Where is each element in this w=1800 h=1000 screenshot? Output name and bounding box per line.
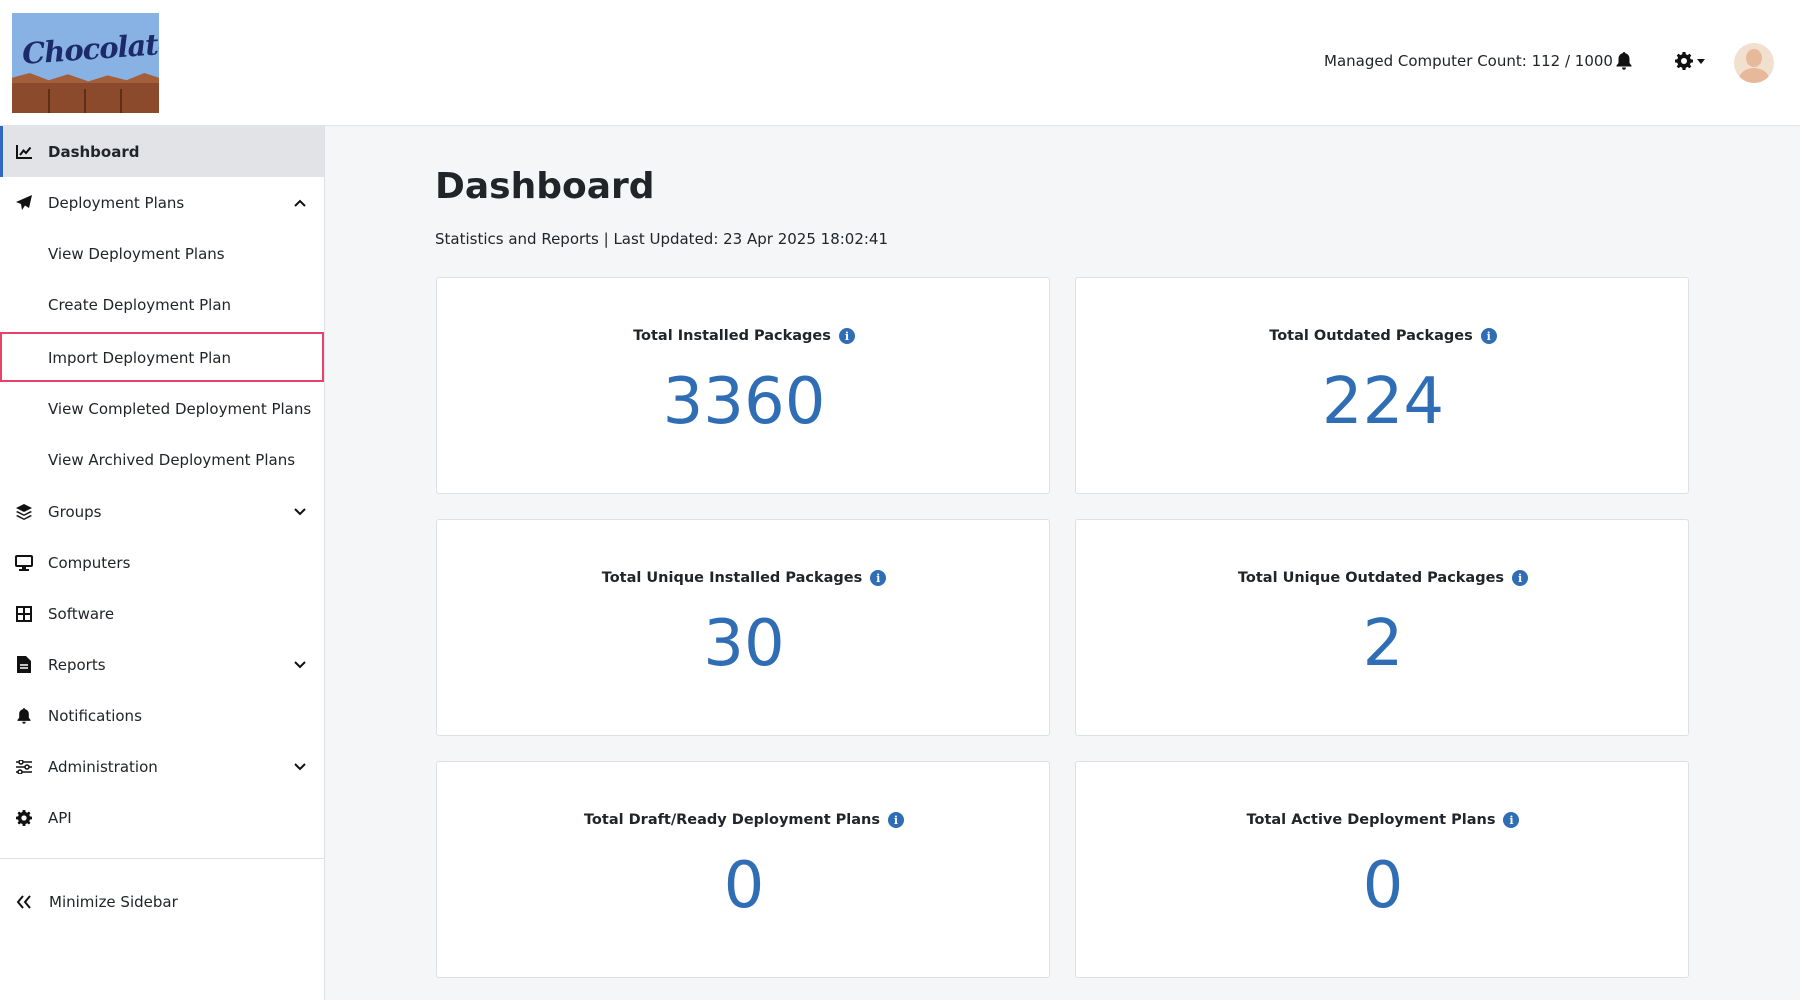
stat-card-total-installed-packages: Total Installed Packages i 3360 [436, 277, 1050, 494]
stat-card-total-outdated-packages: Total Outdated Packages i 224 [1075, 277, 1689, 494]
info-icon[interactable]: i [870, 570, 887, 586]
sidebar-item-deployment-plans[interactable]: Deployment Plans [0, 177, 324, 228]
logo-text: Chocolatey [21, 25, 159, 71]
card-value: 224 [1321, 365, 1445, 439]
card-title: Total Unique Outdated Packages [1237, 570, 1505, 586]
card-value: 3360 [662, 365, 826, 439]
card-title: Total Outdated Packages [1269, 328, 1473, 344]
logo-chocolate-bar [12, 83, 159, 113]
sidebar-item-label: Import Deployment Plan [48, 348, 231, 367]
info-icon[interactable]: i [838, 328, 855, 344]
info-icon[interactable]: i [1480, 328, 1497, 344]
sidebar-item-label: Reports [48, 655, 106, 674]
sidebar-item-administration[interactable]: Administration [0, 741, 324, 792]
main-content: Dashboard Statistics and Reports | Last … [325, 126, 1800, 1000]
sidebar-item-label: Deployment Plans [48, 193, 185, 212]
sidebar-subitem-import-deployment-plan[interactable]: Import Deployment Plan [0, 332, 324, 383]
sliders-icon [14, 757, 34, 777]
sidebar-item-api[interactable]: API [0, 792, 324, 843]
minimize-sidebar-button[interactable]: Minimize Sidebar [0, 876, 324, 927]
sidebar-subitem-view-deployment-plans[interactable]: View Deployment Plans [0, 228, 324, 279]
stat-card-total-unique-installed-packages: Total Unique Installed Packages i 30 [436, 519, 1050, 736]
grid-icon [14, 604, 34, 624]
double-chevron-left-icon [14, 892, 34, 912]
card-title: Total Active Deployment Plans [1246, 812, 1496, 828]
sidebar-item-label: Notifications [48, 706, 142, 725]
paper-plane-icon [14, 193, 34, 213]
sidebar-item-computers[interactable]: Computers [0, 537, 324, 588]
chevron-down-icon [292, 504, 308, 520]
desktop-icon [14, 553, 34, 573]
card-title: Total Unique Installed Packages [601, 570, 863, 586]
info-icon[interactable]: i [1512, 570, 1529, 586]
chevron-down-icon [292, 759, 308, 775]
sidebar-item-dashboard[interactable]: Dashboard [0, 126, 324, 177]
minimize-sidebar-label: Minimize Sidebar [49, 892, 178, 911]
layers-icon [14, 502, 34, 522]
card-title: Total Installed Packages [633, 328, 831, 344]
sidebar-item-label: View Completed Deployment Plans [48, 399, 312, 418]
sidebar-subitem-view-completed-deployment-plans[interactable]: View Completed Deployment Plans [0, 383, 324, 434]
chevron-down-icon [292, 657, 308, 673]
top-header: Chocolatey Managed Computer Count: 112 /… [0, 0, 1800, 126]
card-value: 30 [703, 607, 785, 681]
sidebar-item-label: Groups [48, 502, 102, 521]
card-value: 0 [1362, 849, 1404, 923]
page-subtitle: Statistics and Reports | Last Updated: 2… [435, 230, 889, 248]
info-icon[interactable]: i [888, 812, 905, 828]
sidebar-item-label: View Deployment Plans [48, 244, 225, 263]
managed-computer-count: Managed Computer Count: 112 / 1000 [1324, 52, 1613, 70]
sidebar-item-groups[interactable]: Groups [0, 486, 324, 537]
sidebar-item-label: Administration [48, 757, 158, 776]
file-icon [14, 655, 34, 675]
bell-icon [14, 706, 34, 726]
chevron-up-icon [292, 195, 308, 211]
sidebar-item-label: Create Deployment Plan [48, 295, 232, 314]
sidebar-item-software[interactable]: Software [0, 588, 324, 639]
sidebar-item-label: Software [48, 604, 115, 623]
sidebar-item-label: Dashboard [48, 142, 140, 161]
caret-down-icon[interactable] [1695, 50, 1707, 72]
card-title: Total Draft/Ready Deployment Plans [583, 812, 881, 828]
sidebar-item-reports[interactable]: Reports [0, 639, 324, 690]
sidebar: Dashboard Deployment Plans View Deployme… [0, 126, 325, 1000]
sidebar-subitem-create-deployment-plan[interactable]: Create Deployment Plan [0, 279, 324, 330]
sidebar-item-label: API [48, 808, 72, 827]
stat-card-total-draft-ready-deployment-plans: Total Draft/Ready Deployment Plans i 0 [436, 761, 1050, 978]
bell-icon[interactable] [1613, 50, 1635, 72]
chart-line-icon [14, 142, 34, 162]
sidebar-divider [0, 858, 324, 859]
stat-card-total-active-deployment-plans: Total Active Deployment Plans i 0 [1075, 761, 1689, 978]
sidebar-subitem-view-archived-deployment-plans[interactable]: View Archived Deployment Plans [0, 434, 324, 485]
sidebar-item-label: Computers [48, 553, 131, 572]
gear-icon[interactable] [1673, 50, 1695, 72]
page-title: Dashboard [435, 166, 655, 207]
info-icon[interactable]: i [1503, 812, 1520, 828]
stat-card-total-unique-outdated-packages: Total Unique Outdated Packages i 2 [1075, 519, 1689, 736]
avatar[interactable] [1734, 43, 1774, 83]
chocolatey-logo[interactable]: Chocolatey [12, 13, 159, 113]
sidebar-item-notifications[interactable]: Notifications [0, 690, 324, 741]
sidebar-item-label: View Archived Deployment Plans [48, 450, 296, 469]
cog-icon [14, 808, 34, 828]
card-value: 0 [723, 849, 765, 923]
card-value: 2 [1362, 607, 1404, 681]
